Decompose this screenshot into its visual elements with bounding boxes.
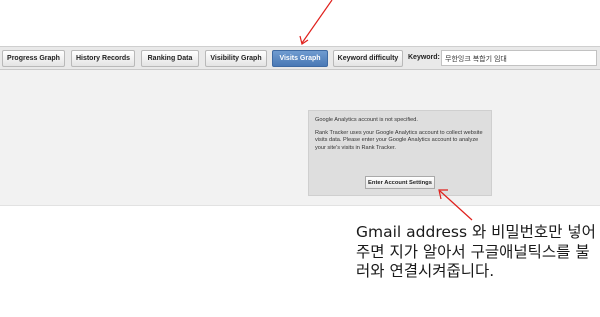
keyword-field[interactable]: 무한잉크 복합기 임대 [441,50,597,66]
tab-visits-graph[interactable]: Visits Graph [272,50,328,67]
report-tab-bar: Progress Graph History Records Ranking D… [0,46,600,70]
enter-account-settings-button[interactable]: Enter Account Settings [365,176,435,189]
tab-ranking-data[interactable]: Ranking Data [141,50,199,67]
keyword-label: Keyword: [408,54,440,61]
tab-keyword-difficulty[interactable]: Keyword difficulty [333,50,403,67]
annotation-note: Gmail address 와 비밀번호만 넣어주면 지가 알아서 구글애널틱스… [356,223,596,280]
top-arrow-icon [299,0,333,45]
analytics-description: Rank Tracker uses your Google Analytics … [315,130,483,151]
tab-history-records[interactable]: History Records [71,50,135,67]
analytics-missing-message: Google Analytics account is not specifie… [315,117,418,123]
visits-graph-area [0,70,600,206]
tab-visibility-graph[interactable]: Visibility Graph [205,50,267,67]
tab-progress-graph[interactable]: Progress Graph [2,50,65,67]
